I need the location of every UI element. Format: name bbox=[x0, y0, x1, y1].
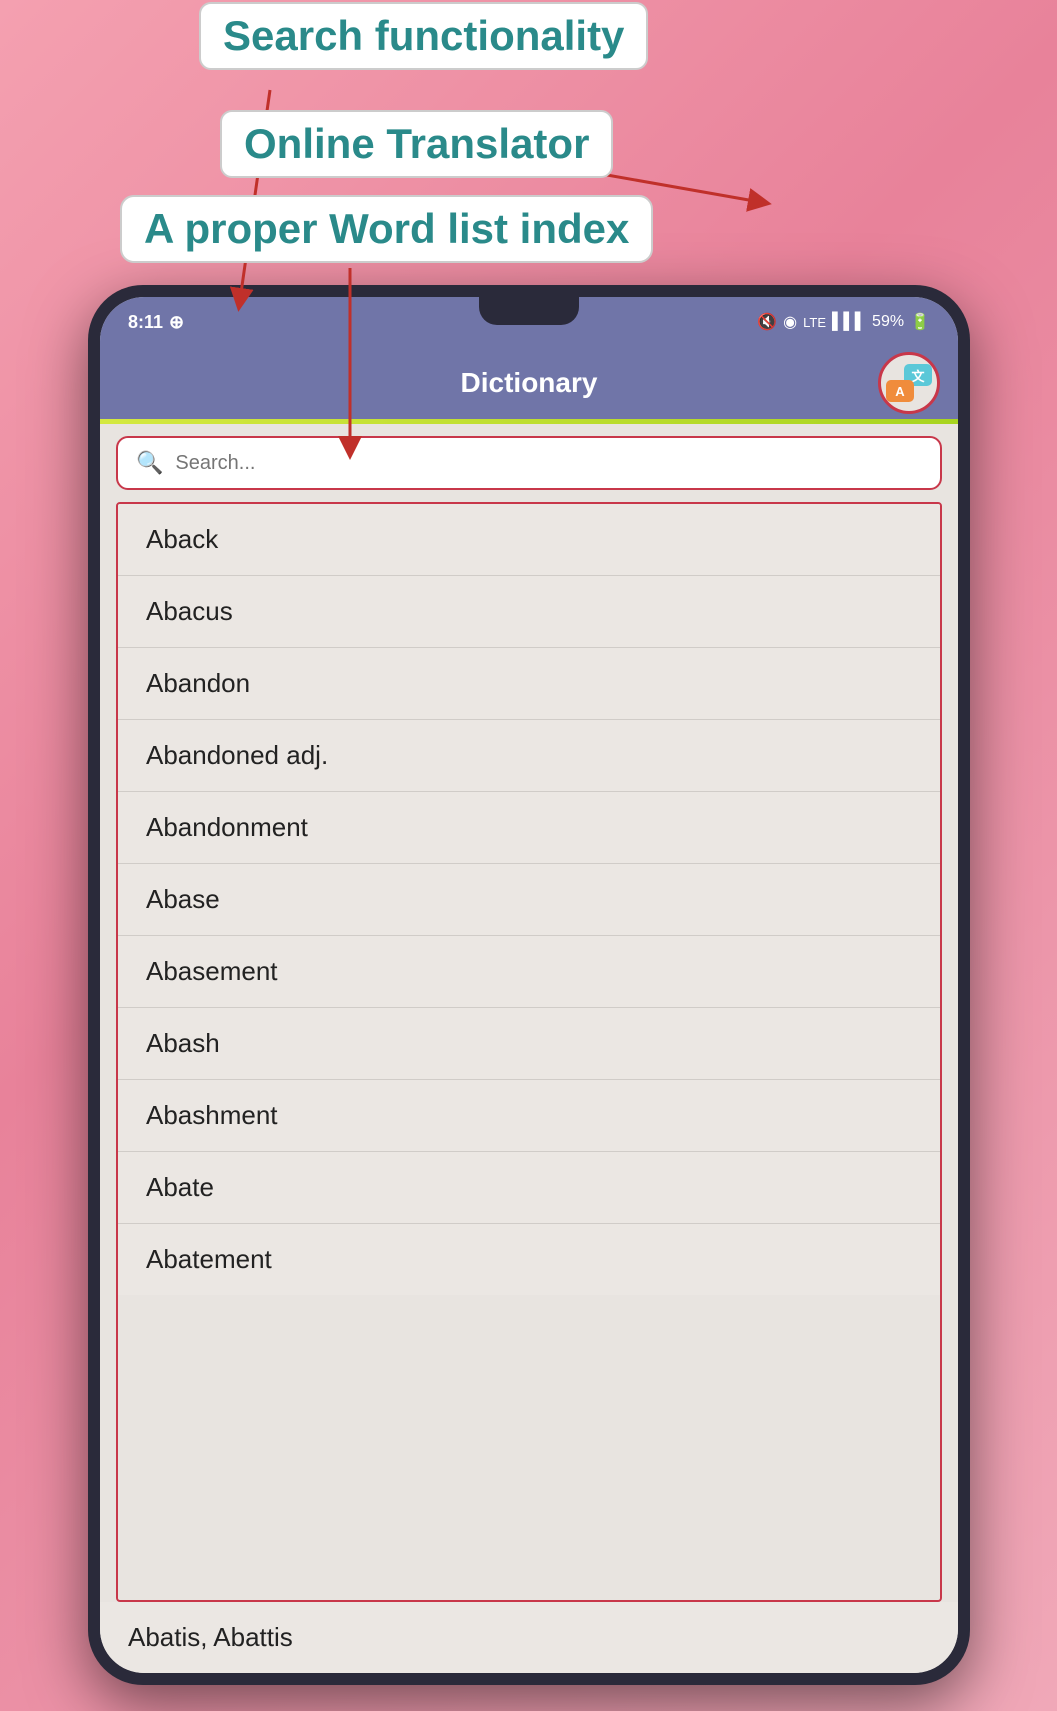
list-item[interactable]: Abandoned adj. bbox=[118, 720, 940, 792]
status-right: 🔇 ◉ LTE ▌▌▌ 59% 🔋 bbox=[757, 312, 930, 332]
mute-icon: 🔇 bbox=[757, 312, 777, 332]
translate-icon: 文 A bbox=[886, 364, 932, 402]
app-header: Dictionary 文 A bbox=[100, 347, 958, 419]
list-item[interactable]: Abandon bbox=[118, 648, 940, 720]
search-icon: 🔍 bbox=[136, 450, 163, 476]
wifi-icon: ◉ bbox=[783, 312, 797, 332]
signal-icon: ▌▌▌ bbox=[832, 313, 866, 331]
annotation-translator: Online Translator bbox=[220, 110, 613, 178]
phone-screen: 8:11 ⊕ 🔇 ◉ LTE ▌▌▌ 59% 🔋 Dictionary 文 A bbox=[100, 297, 958, 1673]
list-item[interactable]: Abate bbox=[118, 1152, 940, 1224]
whatsapp-icon: ⊕ bbox=[169, 312, 184, 333]
list-item[interactable]: Abatement bbox=[118, 1224, 940, 1295]
search-input[interactable] bbox=[175, 452, 922, 475]
lte-icon: LTE bbox=[803, 315, 826, 330]
list-item[interactable]: Abandonment bbox=[118, 792, 940, 864]
word-list[interactable]: Aback Abacus Abandon Abandoned adj. Aban… bbox=[116, 502, 942, 1602]
list-item[interactable]: Abasement bbox=[118, 936, 940, 1008]
list-item[interactable]: Abacus bbox=[118, 576, 940, 648]
list-item-partial[interactable]: Abatis, Abattis bbox=[100, 1602, 958, 1673]
phone-notch bbox=[479, 297, 579, 325]
annotation-wordlist: A proper Word list index bbox=[120, 195, 653, 263]
status-left: 8:11 ⊕ bbox=[128, 312, 184, 333]
phone-frame: 8:11 ⊕ 🔇 ◉ LTE ▌▌▌ 59% 🔋 Dictionary 文 A bbox=[88, 285, 970, 1685]
arrow-wordlist bbox=[310, 268, 390, 468]
battery-icon: 🔋 bbox=[910, 312, 930, 332]
translate-english-icon: A bbox=[886, 380, 914, 402]
search-container: 🔍 bbox=[100, 424, 958, 502]
list-item[interactable]: Abashment bbox=[118, 1080, 940, 1152]
annotation-search: Search functionality bbox=[199, 2, 648, 70]
list-item[interactable]: Abase bbox=[118, 864, 940, 936]
search-box[interactable]: 🔍 bbox=[116, 436, 942, 490]
list-item[interactable]: Abash bbox=[118, 1008, 940, 1080]
app-title: Dictionary bbox=[461, 367, 598, 399]
status-time: 8:11 bbox=[128, 312, 163, 333]
translate-button[interactable]: 文 A bbox=[878, 352, 940, 414]
list-item[interactable]: Aback bbox=[118, 504, 940, 576]
battery-level: 59% bbox=[872, 313, 904, 331]
